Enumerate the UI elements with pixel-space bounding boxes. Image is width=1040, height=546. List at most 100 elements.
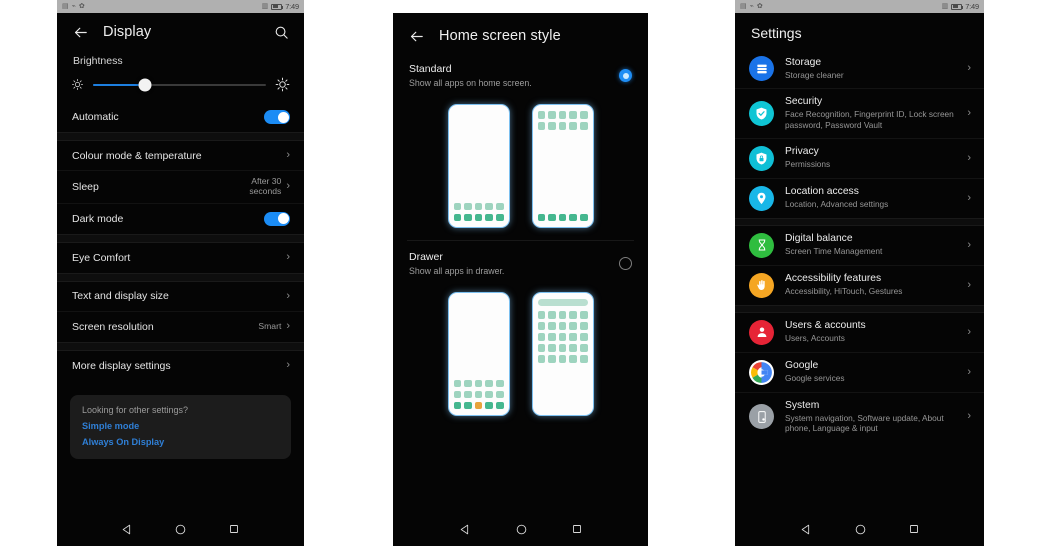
brightness-slider-row[interactable] xyxy=(57,69,304,102)
app-row-dock xyxy=(537,213,588,221)
back-arrow-icon[interactable] xyxy=(407,27,425,45)
nav-recents-square-icon[interactable] xyxy=(571,523,583,535)
status-bar-clock: 7:49 xyxy=(965,1,979,11)
battery-icon xyxy=(951,3,964,10)
app-row xyxy=(537,355,588,363)
usb-icon: ⌁ xyxy=(71,3,76,10)
nav-home-circle-icon[interactable] xyxy=(854,523,867,536)
chevron-right-icon: › xyxy=(286,180,290,193)
app-row xyxy=(453,390,504,398)
settings-group: Users & accounts Users, Accounts › Googl… xyxy=(735,313,984,442)
navigation-bar xyxy=(735,512,984,546)
phone-gear-icon xyxy=(749,404,774,430)
option-drawer[interactable]: Drawer Show all apps in drawer. xyxy=(393,241,648,280)
settings-row-system[interactable]: System System navigation, Software updat… xyxy=(735,393,984,442)
chevron-right-icon: › xyxy=(967,278,971,291)
link-simple-mode[interactable]: Simple mode xyxy=(82,421,279,431)
chevron-right-icon: › xyxy=(967,365,971,378)
nav-recents-square-icon[interactable] xyxy=(908,523,920,535)
option-standard-title: Standard xyxy=(409,63,452,75)
row-screen-resolution-value: Smart xyxy=(258,320,282,331)
row-sleep[interactable]: Sleep After 30 seconds › xyxy=(57,171,304,204)
preview-standard-home-apps xyxy=(531,104,594,228)
option-standard-subtitle: Show all apps on home screen. xyxy=(409,78,532,88)
status-bar: ▤ ⌁ ✿ ▥ 7:49 xyxy=(57,0,304,13)
settings-row-subtitle: System navigation, Software update, Abou… xyxy=(785,412,944,434)
sim-card-icon: ▤ xyxy=(740,3,747,10)
status-bar-left-icons: ▤ ⌁ ✿ xyxy=(740,3,763,10)
brightness-thumb[interactable] xyxy=(138,78,152,91)
chevron-right-icon: › xyxy=(967,151,971,164)
row-more-display-settings[interactable]: More display settings › xyxy=(57,351,304,381)
nav-back-triangle-icon[interactable] xyxy=(459,523,472,536)
settings-row-accessibility[interactable]: Accessibility features Accessibility, Hi… xyxy=(735,266,984,305)
nav-home-circle-icon[interactable] xyxy=(174,523,187,536)
screenshot-stage: ▤ ⌁ ✿ ▥ 7:49 Display Brightness Automati… xyxy=(0,0,1040,546)
preview-standard-home-empty xyxy=(447,104,510,228)
hand-icon xyxy=(749,272,774,298)
row-dark-mode[interactable]: Dark mode xyxy=(57,204,304,234)
status-bar-right-icons: ▥ 7:49 xyxy=(942,1,980,11)
search-icon[interactable] xyxy=(272,23,290,41)
section-divider xyxy=(57,341,304,351)
option-drawer-title: Drawer xyxy=(409,251,443,263)
settings-group: Digital balance Screen Time Management ›… xyxy=(735,226,984,305)
settings-row-location-access[interactable]: Location access Location, Advanced setti… xyxy=(735,179,984,218)
settings-row-storage[interactable]: Storage Storage cleaner › xyxy=(735,49,984,89)
row-automatic-label: Automatic xyxy=(72,111,119,123)
status-bar-left-icons: ▤ ⌁ ✿ xyxy=(62,3,85,10)
row-eye-comfort[interactable]: Eye Comfort › xyxy=(57,243,304,273)
nav-back-triangle-icon[interactable] xyxy=(121,523,134,536)
row-automatic[interactable]: Automatic xyxy=(57,102,304,132)
settings-row-security[interactable]: Security Face Recognition, Fingerprint I… xyxy=(735,89,984,139)
chevron-right-icon: › xyxy=(967,325,971,338)
link-always-on-display[interactable]: Always On Display xyxy=(82,437,279,447)
settings-row-google[interactable]: Google Google services › xyxy=(735,353,984,393)
dark-mode-toggle[interactable] xyxy=(264,211,290,226)
section-divider xyxy=(57,233,304,243)
brightness-fill xyxy=(93,83,145,86)
option-standard-radio[interactable] xyxy=(619,69,632,82)
vibrate-icon: ▥ xyxy=(261,3,269,10)
other-settings-question: Looking for other settings? xyxy=(82,404,189,415)
hourglass-icon xyxy=(749,232,774,258)
nav-back-triangle-icon[interactable] xyxy=(800,523,813,536)
row-screen-resolution[interactable]: Screen resolution Smart › xyxy=(57,312,304,342)
option-standard[interactable]: Standard Show all apps on home screen. xyxy=(393,53,648,92)
drawer-previews xyxy=(393,280,648,426)
settings-row-subtitle: Permissions xyxy=(785,159,831,170)
option-drawer-radio[interactable] xyxy=(619,257,632,270)
home-style-app-bar: Home screen style xyxy=(393,13,648,53)
settings-row-digital-balance[interactable]: Digital balance Screen Time Management › xyxy=(735,226,984,266)
row-colour-mode[interactable]: Colour mode & temperature › xyxy=(57,141,304,171)
automatic-toggle[interactable] xyxy=(264,110,290,124)
location-pin-icon xyxy=(749,185,774,211)
nav-recents-square-icon[interactable] xyxy=(228,523,240,535)
chevron-right-icon: › xyxy=(286,320,290,333)
settings-gear-icon: ✿ xyxy=(78,3,85,10)
back-arrow-icon[interactable] xyxy=(71,23,89,41)
nav-home-circle-icon[interactable] xyxy=(515,523,528,536)
row-text-display-size[interactable]: Text and display size › xyxy=(57,282,304,312)
settings-gear-icon: ✿ xyxy=(756,3,763,10)
settings-row-privacy[interactable]: Privacy Permissions › xyxy=(735,139,984,179)
standard-previews xyxy=(393,92,648,238)
drawer-search-bar xyxy=(537,299,588,306)
row-sleep-value: After 30 seconds xyxy=(249,176,282,196)
section-divider xyxy=(735,217,984,226)
app-row-dock xyxy=(453,401,504,409)
settings-row-subtitle: Users, Accounts xyxy=(785,333,845,344)
privacy-lock-icon xyxy=(749,145,774,171)
app-row xyxy=(537,344,588,352)
settings-row-title: Location access xyxy=(785,186,859,198)
person-icon xyxy=(749,319,774,345)
navigation-bar xyxy=(393,512,648,546)
preview-drawer-list xyxy=(531,292,594,416)
settings-row-users-accounts[interactable]: Users & accounts Users, Accounts › xyxy=(735,313,984,353)
phone-screen-home-style: Home screen style Standard Show all apps… xyxy=(393,13,648,546)
row-dark-mode-label: Dark mode xyxy=(72,212,124,225)
chevron-right-icon: › xyxy=(967,106,971,119)
app-row xyxy=(537,122,588,130)
chevron-right-icon: › xyxy=(286,359,290,372)
brightness-track[interactable] xyxy=(93,78,266,91)
